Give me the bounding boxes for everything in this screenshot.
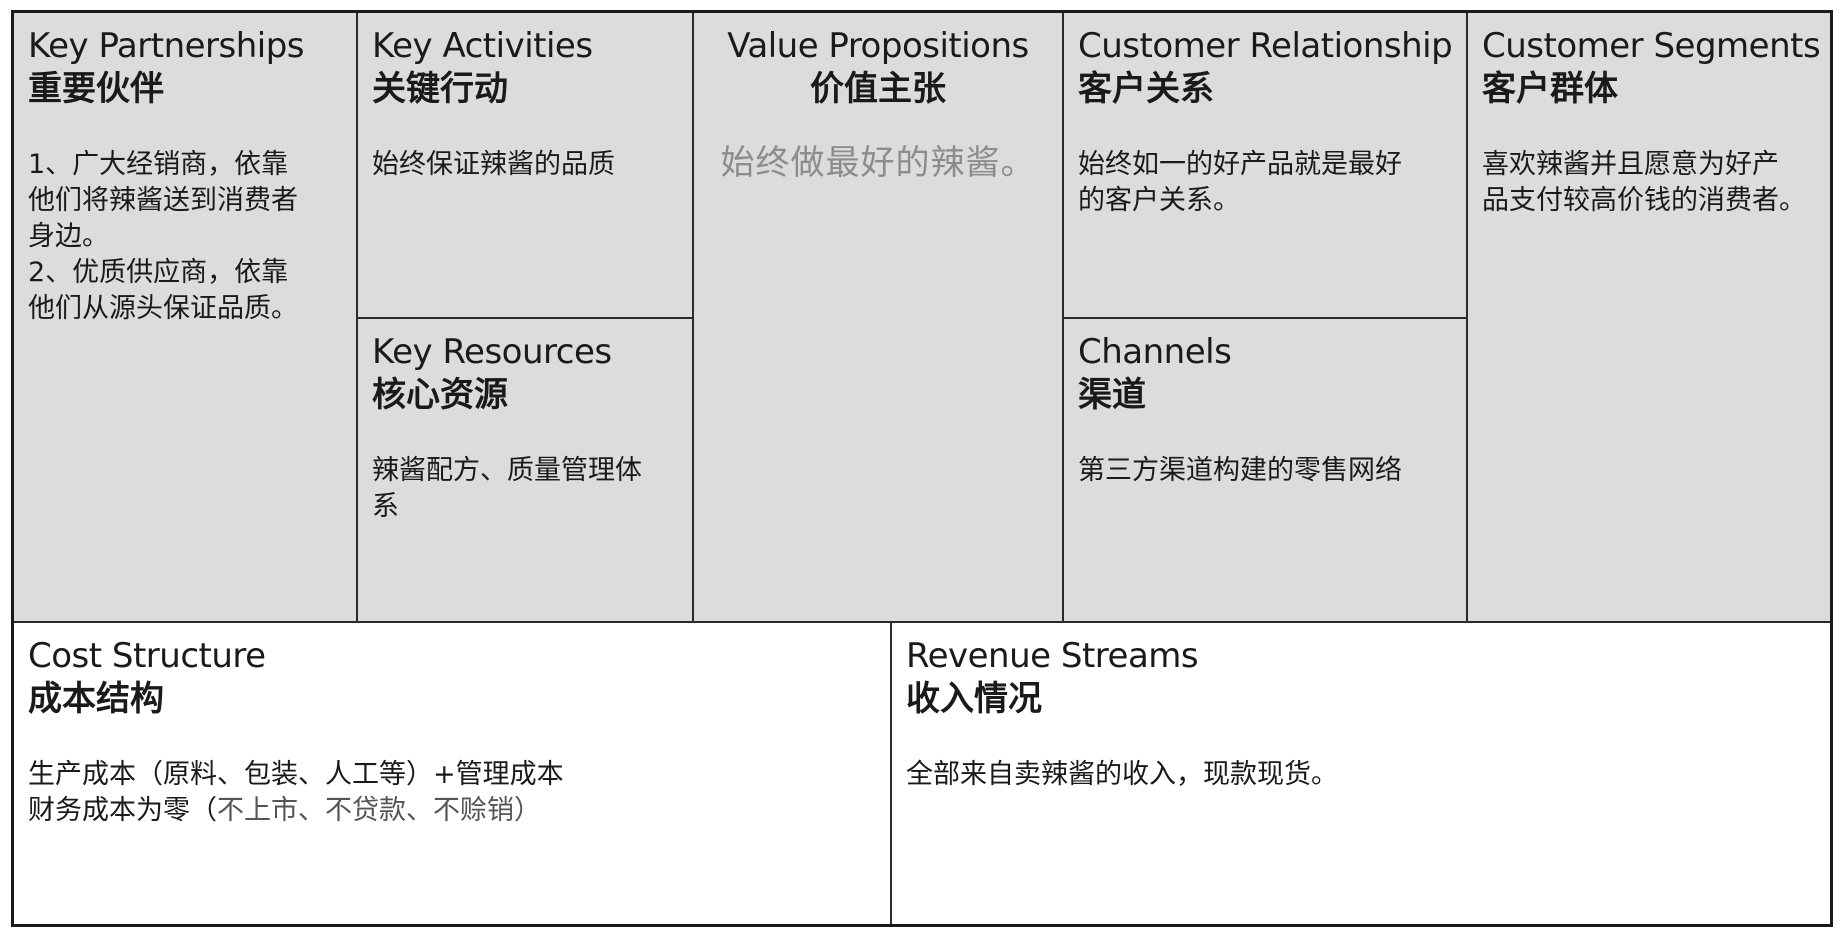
customer-segments-title-zh: 客户群体 bbox=[1482, 69, 1618, 109]
key-resources-content: 辣酱配方、质量管理体 系 bbox=[372, 453, 678, 525]
cost-structure-title-zh: 成本结构 bbox=[28, 679, 164, 719]
content-line: 全部来自卖辣酱的收入，现款现货。 bbox=[906, 759, 1338, 790]
value-propositions-content: 始终做最好的辣酱。 bbox=[708, 141, 1048, 185]
value-propositions-title-zh: 价值主张 bbox=[810, 69, 946, 109]
customer-segments-title-en: Customer Segments bbox=[1482, 26, 1821, 66]
content-line: 系 bbox=[372, 491, 399, 522]
customer-relationship-title-en: Customer Relationship bbox=[1078, 26, 1453, 66]
key-resources-block: Key Resources 核心资源 辣酱配方、质量管理体 系 bbox=[358, 319, 694, 623]
content-line: 品支付较高价钱的消费者。 bbox=[1482, 185, 1806, 216]
key-resources-title-en: Key Resources bbox=[372, 332, 612, 372]
content-line: 辣酱配方、质量管理体 bbox=[372, 455, 642, 486]
content-line: 他们将辣酱送到消费者 bbox=[28, 185, 298, 216]
content-line: 喜欢辣酱并且愿意为好产 bbox=[1482, 149, 1779, 180]
customer-segments-block: Customer Segments 客户群体 喜欢辣酱并且愿意为好产 品支付较高… bbox=[1468, 13, 1830, 623]
key-partnerships-block: Key Partnerships 重要伙伴 1、广大经销商，依靠 他们将辣酱送到… bbox=[14, 13, 358, 623]
content-fragment: 不上市、不贷款、不赊销） bbox=[217, 795, 541, 826]
key-activities-content: 始终保证辣酱的品质 bbox=[372, 147, 678, 183]
key-partnerships-title-zh: 重要伙伴 bbox=[28, 69, 164, 109]
revenue-streams-title-en: Revenue Streams bbox=[906, 636, 1199, 676]
channels-title-en: Channels bbox=[1078, 332, 1232, 372]
revenue-streams-title-zh: 收入情况 bbox=[906, 679, 1042, 719]
content-line: 生产成本（原料、包装、人工等）+管理成本 bbox=[28, 759, 564, 790]
revenue-streams-content: 全部来自卖辣酱的收入，现款现货。 bbox=[906, 757, 1816, 793]
content-line: 1、广大经销商，依靠 bbox=[28, 149, 289, 180]
content-line: 的客户关系。 bbox=[1078, 185, 1240, 216]
cost-structure-content: 生产成本（原料、包装、人工等）+管理成本 财务成本为零（不上市、不贷款、不赊销） bbox=[28, 757, 876, 829]
cost-structure-title-en: Cost Structure bbox=[28, 636, 266, 676]
key-activities-title-zh: 关键行动 bbox=[372, 69, 508, 109]
content-line: 他们从源头保证品质。 bbox=[28, 293, 298, 324]
channels-content: 第三方渠道构建的零售网络 bbox=[1078, 453, 1452, 489]
content-line: 始终如一的好产品就是最好 bbox=[1078, 149, 1402, 180]
customer-relationship-content: 始终如一的好产品就是最好 的客户关系。 bbox=[1078, 147, 1452, 219]
content-line: 财务成本为零（不上市、不贷款、不赊销） bbox=[28, 793, 876, 829]
channels-block: Channels 渠道 第三方渠道构建的零售网络 bbox=[1064, 319, 1468, 623]
key-resources-title-zh: 核心资源 bbox=[372, 375, 508, 415]
content-line: 身边。 bbox=[28, 221, 109, 252]
cost-structure-block: Cost Structure 成本结构 生产成本（原料、包装、人工等）+管理成本… bbox=[14, 623, 892, 924]
key-activities-title-en: Key Activities bbox=[372, 26, 593, 66]
key-partnerships-title-en: Key Partnerships bbox=[28, 26, 305, 66]
content-line: 第三方渠道构建的零售网络 bbox=[1078, 455, 1402, 486]
key-partnerships-content: 1、广大经销商，依靠 他们将辣酱送到消费者 身边。 2、优质供应商，依靠 他们从… bbox=[28, 147, 342, 327]
revenue-streams-block: Revenue Streams 收入情况 全部来自卖辣酱的收入，现款现货。 bbox=[892, 623, 1830, 924]
business-model-canvas: Key Partnerships 重要伙伴 1、广大经销商，依靠 他们将辣酱送到… bbox=[11, 10, 1833, 927]
customer-segments-content: 喜欢辣酱并且愿意为好产 品支付较高价钱的消费者。 bbox=[1482, 147, 1816, 219]
customer-relationship-block: Customer Relationship 客户关系 始终如一的好产品就是最好 … bbox=[1064, 13, 1468, 319]
value-propositions-title-en: Value Propositions bbox=[727, 26, 1029, 66]
value-propositions-block: Value Propositions 价值主张 始终做最好的辣酱。 bbox=[694, 13, 1064, 623]
key-activities-block: Key Activities 关键行动 始终保证辣酱的品质 bbox=[358, 13, 694, 319]
channels-title-zh: 渠道 bbox=[1078, 375, 1146, 415]
content-fragment: 财务成本为零（ bbox=[28, 795, 217, 826]
customer-relationship-title-zh: 客户关系 bbox=[1078, 69, 1214, 109]
content-line: 2、优质供应商，依靠 bbox=[28, 257, 289, 288]
content-line: 始终做最好的辣酱。 bbox=[720, 143, 1036, 183]
content-line: 始终保证辣酱的品质 bbox=[372, 149, 615, 180]
